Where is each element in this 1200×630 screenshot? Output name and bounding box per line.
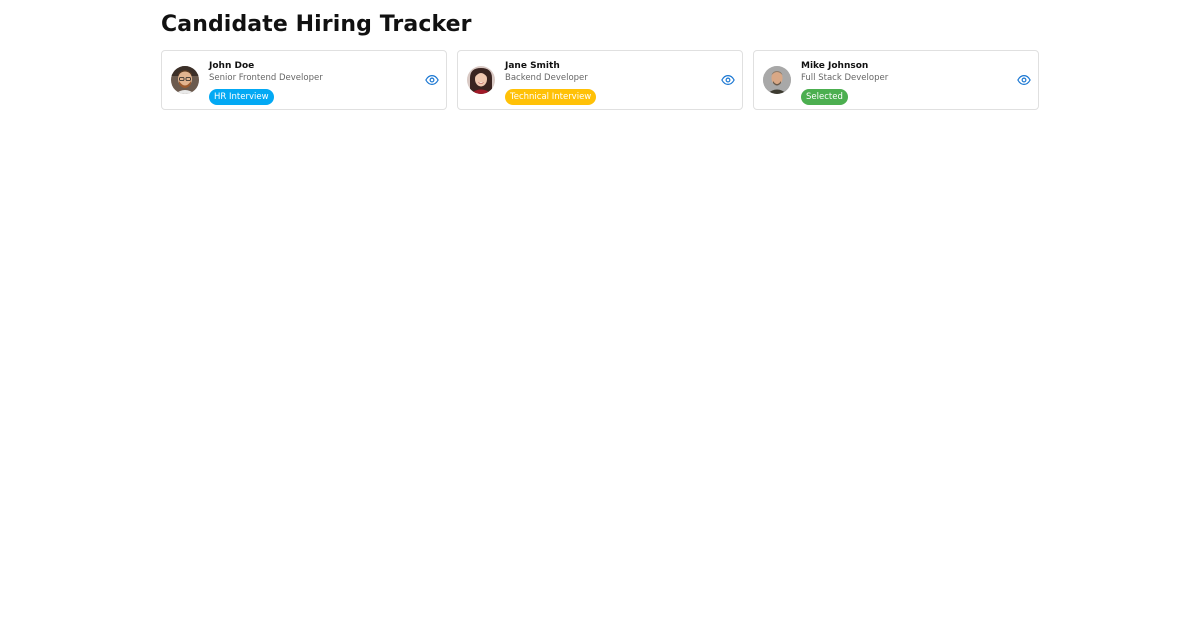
candidate-role: Full Stack Developer — [801, 73, 889, 83]
candidate-name: Jane Smith — [505, 61, 560, 71]
status-badge: Selected — [801, 89, 848, 105]
avatar-photo-icon — [171, 66, 199, 94]
candidate-name: Mike Johnson — [801, 61, 869, 71]
avatar-photo-icon — [467, 66, 495, 94]
view-candidate-button[interactable] — [1016, 72, 1032, 88]
eye-icon — [425, 75, 439, 85]
avatar — [171, 66, 199, 94]
candidate-role: Backend Developer — [505, 73, 588, 83]
avatar-photo-icon — [763, 66, 791, 94]
candidate-role: Senior Frontend Developer — [209, 73, 323, 83]
page-title: Candidate Hiring Tracker — [161, 12, 472, 37]
avatar — [467, 66, 495, 94]
view-candidate-button[interactable] — [424, 72, 440, 88]
status-badge: Technical Interview — [505, 89, 597, 105]
candidate-card: Jane Smith Backend Developer Technical I… — [457, 50, 743, 110]
avatar — [763, 66, 791, 94]
eye-icon — [1017, 75, 1031, 85]
view-candidate-button[interactable] — [720, 72, 736, 88]
candidate-card-list: John Doe Senior Frontend Developer HR In… — [161, 50, 1039, 110]
candidate-card: John Doe Senior Frontend Developer HR In… — [161, 50, 447, 110]
eye-icon — [721, 75, 735, 85]
candidate-name: John Doe — [209, 61, 255, 71]
status-badge: HR Interview — [209, 89, 274, 105]
candidate-card: Mike Johnson Full Stack Developer Select… — [753, 50, 1039, 110]
main-container: Candidate Hiring Tracker John Doe Senior… — [161, 0, 1039, 110]
